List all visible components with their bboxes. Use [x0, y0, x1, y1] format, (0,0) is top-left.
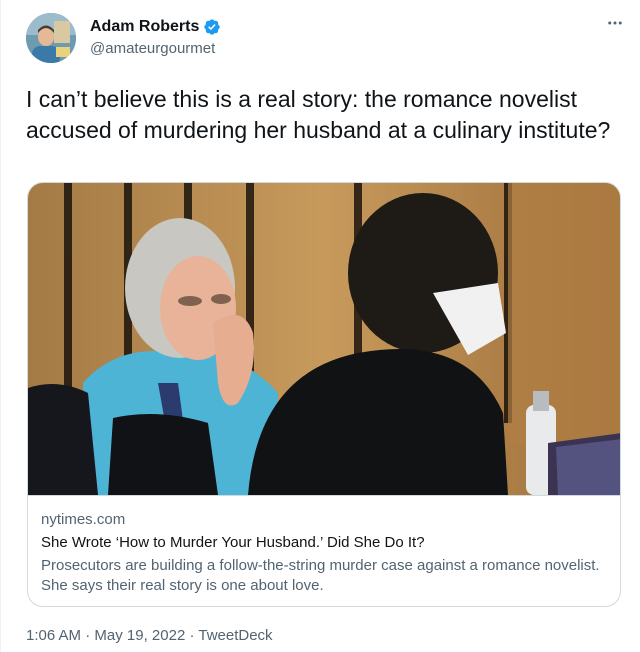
verified-badge-icon — [204, 19, 221, 35]
author-name[interactable]: Adam Roberts — [90, 17, 221, 37]
author-name-text: Adam Roberts — [90, 18, 200, 35]
separator-dot: · — [185, 627, 199, 644]
tweet-metadata: 1:06 AM · May 19, 2022 · TweetDeck — [26, 626, 273, 646]
author-handle[interactable]: @amateurgourmet — [90, 39, 215, 59]
tweet-date[interactable]: May 19, 2022 — [94, 627, 185, 644]
card-title: She Wrote ‘How to Murder Your Husband.’ … — [41, 534, 425, 551]
avatar[interactable] — [26, 13, 76, 63]
separator-dot: · — [81, 627, 95, 644]
more-options-button[interactable] — [606, 14, 624, 36]
tweet-source[interactable]: TweetDeck — [198, 627, 272, 644]
left-border — [0, 0, 1, 652]
card-domain: nytimes.com — [41, 511, 126, 528]
more-horizontal-icon — [608, 21, 622, 25]
tweet-text: I can’t believe this is a real story: th… — [26, 86, 611, 143]
link-card[interactable]: nytimes.com She Wrote ‘How to Murder You… — [27, 182, 621, 607]
card-description: Prosecutors are building a follow-the-st… — [41, 557, 600, 594]
tweet-time[interactable]: 1:06 AM — [26, 627, 81, 644]
card-body: nytimes.com She Wrote ‘How to Murder You… — [28, 495, 620, 606]
avatar-image — [26, 13, 76, 63]
card-image — [28, 183, 620, 495]
